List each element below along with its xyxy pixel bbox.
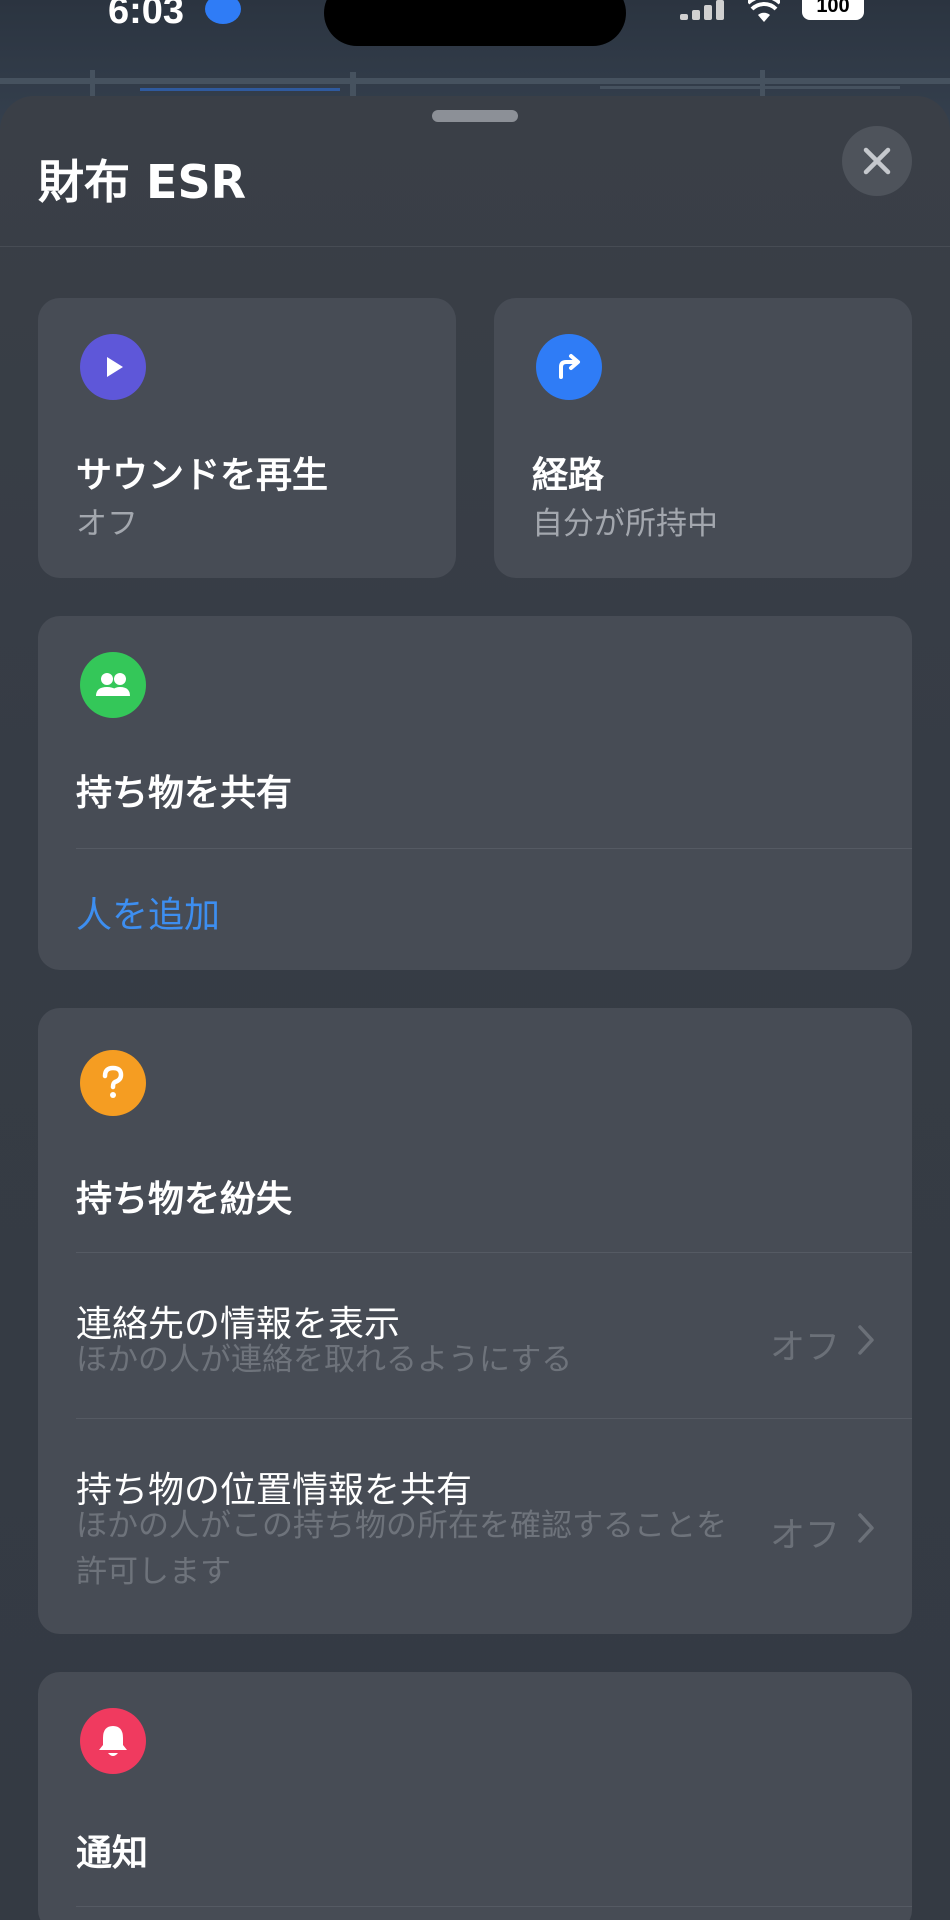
chevron-right-icon — [858, 1513, 874, 1543]
close-icon — [863, 147, 891, 175]
directions-status: 自分が所持中 — [532, 506, 718, 542]
share-item-location-row[interactable]: 持ち物の位置情報を共有 ほかの人がこの持ち物の所在を確認することを許可します オ… — [38, 1419, 912, 1634]
play-icon — [80, 334, 146, 400]
notifications-card: 通知 — [38, 1672, 912, 1920]
show-contact-info-value: オフ — [770, 1328, 841, 1368]
play-sound-title: サウンドを再生 — [76, 455, 329, 496]
wifi-icon — [746, 0, 782, 29]
play-sound-card[interactable]: サウンドを再生 オフ — [38, 298, 456, 578]
play-sound-status: オフ — [76, 506, 138, 542]
show-contact-info-row[interactable]: 連絡先の情報を表示 ほかの人が連絡を取れるようにする オフ — [38, 1253, 912, 1418]
question-mark-icon — [80, 1050, 146, 1116]
header-divider — [0, 246, 950, 247]
lost-item-card: 持ち物を紛失 連絡先の情報を表示 ほかの人が連絡を取れるようにする オフ 持ち物… — [38, 1008, 912, 1634]
show-contact-info-description: ほかの人が連絡を取れるようにする — [76, 1342, 573, 1378]
notifications-title: 通知 — [76, 1833, 149, 1874]
share-item-location-value: オフ — [770, 1516, 841, 1556]
status-bar: 6:03 100 — [0, 0, 950, 46]
dynamic-island — [324, 0, 626, 46]
sheet-grabber[interactable] — [432, 110, 518, 122]
chevron-right-icon — [858, 1325, 874, 1355]
location-arrow-icon — [205, 0, 241, 24]
lost-item-title: 持ち物を紛失 — [76, 1179, 293, 1220]
bell-icon — [80, 1708, 146, 1774]
share-item-location-description: ほかの人がこの持ち物の所在を確認することを許可します — [76, 1508, 727, 1590]
cellular-signal-icon — [680, 0, 730, 20]
battery-indicator: 100 — [802, 0, 864, 20]
close-button[interactable] — [842, 126, 912, 196]
share-item-card: 持ち物を共有 人を追加 — [38, 616, 912, 970]
directions-card[interactable]: 経路 自分が所持中 — [494, 298, 912, 578]
divider — [76, 1906, 912, 1907]
people-icon — [80, 652, 146, 718]
directions-title: 経路 — [532, 455, 605, 496]
sheet-title: 財布 ESR — [38, 155, 246, 209]
add-person-link[interactable]: 人を追加 — [76, 886, 220, 938]
share-item-title: 持ち物を共有 — [76, 773, 293, 814]
status-time: 6:03 — [108, 0, 185, 32]
divider — [76, 848, 912, 849]
directions-arrow-icon — [536, 334, 602, 400]
